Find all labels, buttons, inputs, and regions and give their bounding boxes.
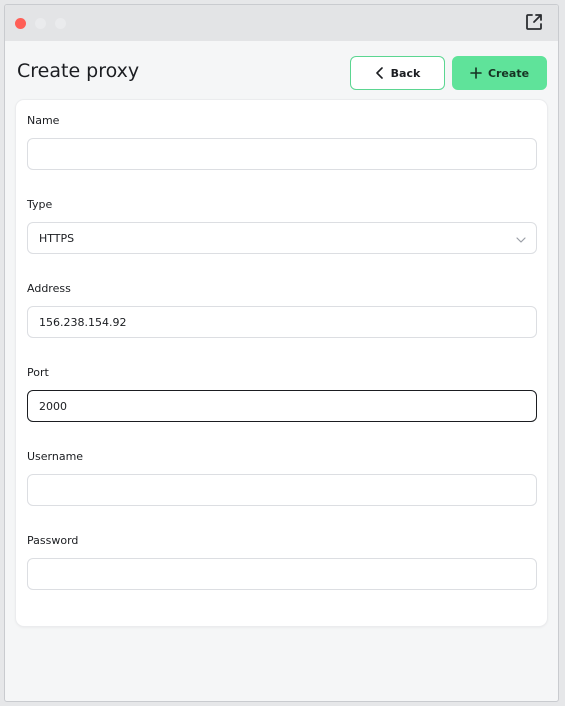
username-label: Username	[27, 450, 84, 463]
type-select[interactable]: HTTPS	[27, 222, 537, 254]
type-label: Type	[27, 198, 53, 211]
chevron-down-icon	[516, 234, 526, 247]
popout-icon[interactable]	[524, 12, 544, 32]
chevron-left-icon	[375, 67, 385, 79]
name-field[interactable]	[27, 138, 537, 170]
proxy-form-card: Name Type HTTPS Address 156.238.154.92 P…	[16, 100, 547, 626]
password-label: Password	[27, 534, 79, 547]
create-button-label: Create	[487, 66, 530, 80]
window-close-button[interactable]	[15, 18, 26, 29]
username-field[interactable]	[27, 474, 537, 506]
port-label: Port	[27, 366, 49, 379]
name-label: Name	[27, 114, 60, 127]
back-button[interactable]: Back	[350, 56, 445, 90]
password-field[interactable]	[27, 558, 537, 590]
page-title: Create proxy	[17, 60, 140, 82]
page-header: Create proxy Back Create	[5, 55, 558, 91]
type-select-value: HTTPS	[39, 231, 75, 245]
app-window: Create proxy Back Create Name Type HTTPS…	[4, 4, 559, 702]
address-field[interactable]: 156.238.154.92	[27, 306, 537, 338]
port-field[interactable]: 2000	[27, 390, 537, 422]
back-button-label: Back	[390, 66, 421, 80]
title-bar	[5, 5, 558, 41]
address-label: Address	[27, 282, 71, 295]
window-minimize-button[interactable]	[35, 18, 46, 29]
create-button[interactable]: Create	[452, 56, 547, 90]
window-maximize-button[interactable]	[55, 18, 66, 29]
plus-icon	[470, 67, 482, 79]
